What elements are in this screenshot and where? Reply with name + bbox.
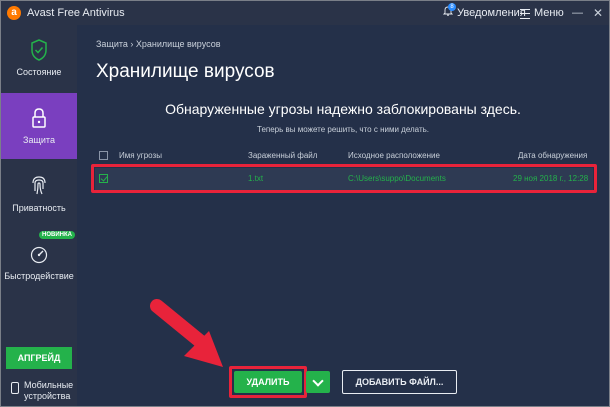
notifications-link[interactable]: Уведомления [457, 7, 526, 19]
shield-check-icon [31, 39, 47, 61]
phone-icon [11, 382, 19, 394]
chevron-down-icon [312, 375, 324, 387]
new-badge: НОВИНКА [39, 231, 75, 239]
sidebar-item-performance[interactable]: НОВИНКА Быстродействие [1, 229, 77, 295]
mobile-label-line-2: устройства [24, 391, 71, 401]
column-header-date[interactable]: Дата обнаружения [518, 151, 587, 160]
sidebar-item-label: Быстродействие [4, 271, 74, 281]
sidebar: Состояние Защита Приватность НОВИНКА Быс… [1, 25, 77, 406]
column-header-threat[interactable]: Имя угрозы [119, 151, 162, 160]
menu-button[interactable]: Меню [534, 7, 564, 19]
sidebar-item-label: Состояние [16, 67, 62, 77]
title-bar: a Avast Free Antivirus 8 Уведомления Мен… [1, 1, 609, 25]
app-title: Avast Free Antivirus [27, 7, 125, 19]
sidebar-item-protection[interactable]: Защита [1, 93, 77, 159]
row-highlight-frame [91, 164, 597, 193]
breadcrumb[interactable]: Защита › Хранилище вирусов [96, 39, 221, 49]
fingerprint-icon [32, 176, 46, 195]
app-window: a Avast Free Antivirus 8 Уведомления Мен… [0, 0, 610, 407]
main-panel: Защита › Хранилище вирусов Хранилище вир… [77, 25, 609, 406]
hamburger-menu-icon[interactable] [520, 9, 530, 19]
lock-icon [32, 108, 46, 128]
delete-options-dropdown[interactable] [306, 371, 330, 393]
minimize-icon[interactable]: — [572, 7, 583, 19]
page-title: Хранилище вирусов [96, 61, 275, 82]
mobile-label-line-1: Мобильные [24, 380, 74, 390]
select-all-checkbox[interactable] [99, 151, 108, 160]
sidebar-item-label: Защита [23, 135, 55, 145]
add-file-button[interactable]: ДОБАВИТЬ ФАЙЛ... [342, 370, 457, 394]
speedometer-icon [30, 246, 48, 264]
sidebar-item-privacy[interactable]: Приватность [1, 161, 77, 227]
close-icon[interactable]: ✕ [593, 6, 603, 20]
sidebar-item-label: Приватность [12, 203, 66, 213]
subheadline: Теперь вы можете решить, что с ними дела… [257, 125, 429, 134]
notification-count-badge: 8 [448, 3, 456, 11]
column-header-location[interactable]: Исходное расположение [348, 151, 440, 160]
upgrade-button[interactable]: АПГРЕЙД [6, 347, 72, 369]
table-header: Имя угрозы Зараженный файл Исходное расп… [95, 149, 593, 163]
sidebar-item-status[interactable]: Состояние [1, 25, 77, 91]
column-header-file[interactable]: Зараженный файл [248, 151, 317, 160]
headline: Обнаруженные угрозы надежно заблокирован… [165, 101, 521, 117]
delete-highlight-frame [229, 366, 307, 398]
avast-logo-icon: a [7, 6, 21, 20]
